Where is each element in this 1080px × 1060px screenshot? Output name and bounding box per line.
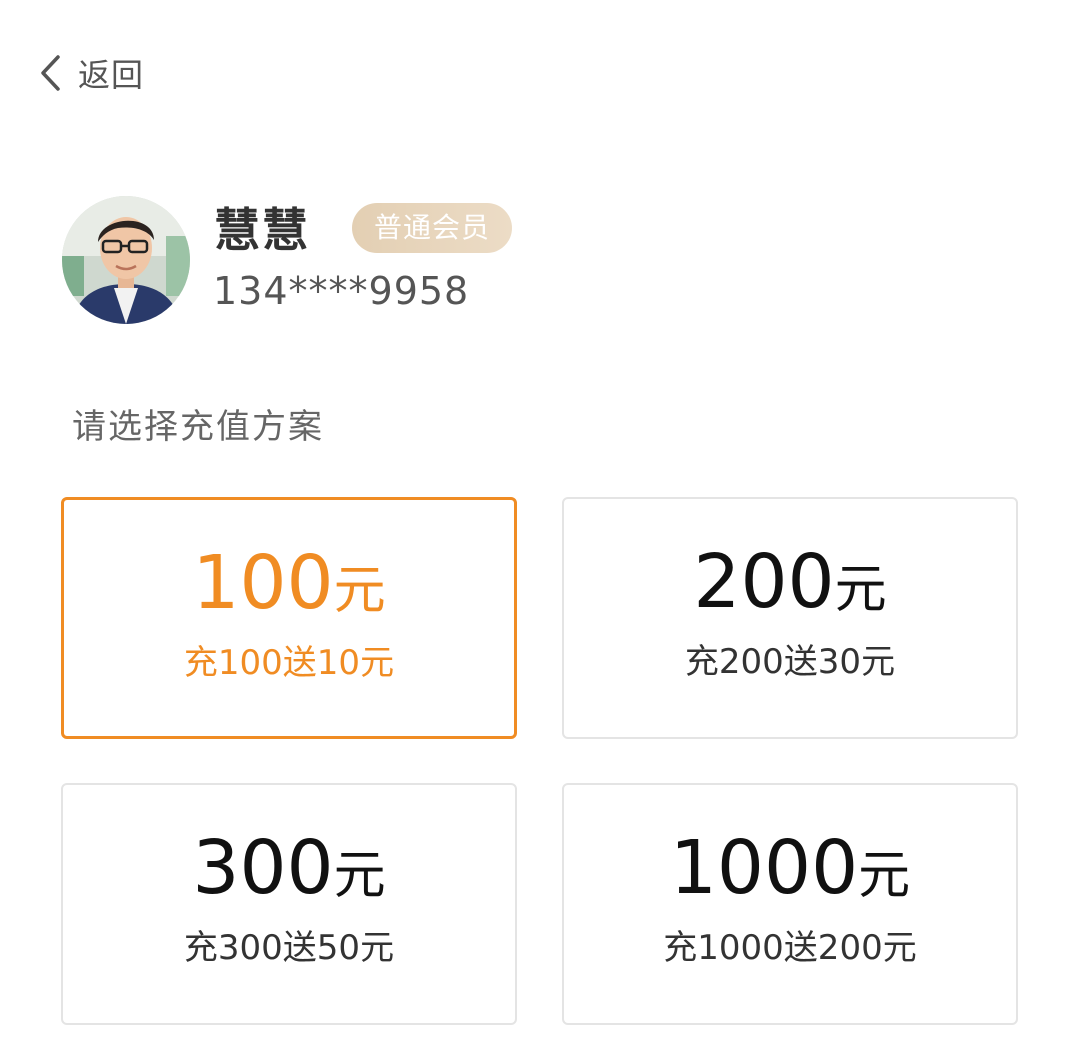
avatar xyxy=(62,196,190,324)
plan-bonus: 充100送10元 xyxy=(183,643,395,683)
plan-bonus: 充200送30元 xyxy=(684,642,896,682)
plan-amount: 100元 xyxy=(192,540,386,626)
recharge-plan-200[interactable]: 200元 充200送30元 xyxy=(562,497,1018,739)
recharge-page: 返回 慧慧 普通会员 134****9958 请选择充值方案 100元 充100… xyxy=(0,0,1080,1060)
plan-bonus: 充1000送200元 xyxy=(663,928,917,968)
user-name: 慧慧 xyxy=(214,203,310,257)
back-button[interactable]: 返回 xyxy=(38,50,144,96)
recharge-plan-1000[interactable]: 1000元 充1000送200元 xyxy=(562,783,1018,1025)
section-title: 请选择充值方案 xyxy=(72,407,324,447)
recharge-plan-300[interactable]: 300元 充300送50元 xyxy=(61,783,517,1025)
recharge-plan-100[interactable]: 100元 充100送10元 xyxy=(61,497,517,739)
plan-amount: 200元 xyxy=(693,539,887,625)
plan-amount: 300元 xyxy=(192,825,386,911)
member-level-badge: 普通会员 xyxy=(352,203,512,253)
chevron-left-icon xyxy=(38,53,64,93)
plan-bonus: 充300送50元 xyxy=(183,928,395,968)
phone-number: 134****9958 xyxy=(213,269,470,313)
plan-amount: 1000元 xyxy=(669,825,911,911)
back-label: 返回 xyxy=(78,56,145,94)
